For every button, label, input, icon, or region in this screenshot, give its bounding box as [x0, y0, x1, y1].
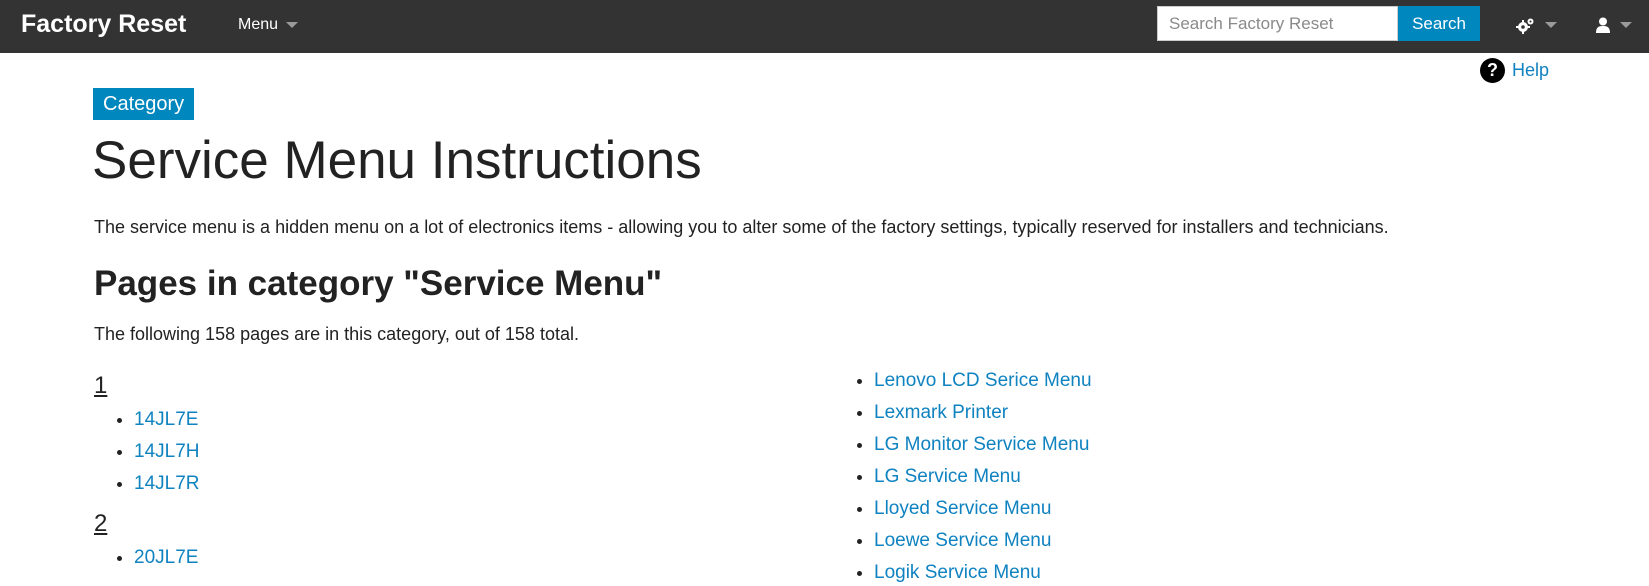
group-list-2: 20JL7E: [134, 542, 794, 574]
question-icon: ?: [1480, 58, 1505, 83]
page-link[interactable]: 14JL7H: [134, 441, 200, 462]
page-link[interactable]: Lloyed Service Menu: [874, 498, 1051, 519]
menu-label: Menu: [238, 16, 279, 33]
list-item: Logik Service Menu: [874, 557, 1534, 586]
page-title: Service Menu Instructions: [92, 131, 702, 190]
top-navbar: Factory Reset Menu Search: [0, 0, 1649, 53]
section-title: Pages in category "Service Menu": [94, 264, 663, 303]
list-item: 20JL7E: [134, 542, 794, 574]
chevron-down-icon: [286, 21, 299, 28]
category-badge[interactable]: Category: [93, 88, 195, 120]
page-link[interactable]: Lexmark Printer: [874, 402, 1008, 423]
group-heading-1[interactable]: 1: [94, 372, 794, 400]
search-button[interactable]: Search: [1398, 6, 1480, 41]
page-list: Lenovo LCD Serice Menu Lexmark Printer L…: [874, 365, 1534, 586]
list-item: Lexmark Printer: [874, 397, 1534, 429]
search-input[interactable]: [1157, 6, 1398, 41]
page-link[interactable]: 20JL7E: [134, 547, 198, 568]
page-link[interactable]: Logik Service Menu: [874, 562, 1041, 583]
user-dropdown[interactable]: [1596, 14, 1632, 36]
site-brand-link[interactable]: Factory Reset: [21, 10, 186, 39]
page-count-text: The following 158 pages are in this cate…: [94, 324, 579, 344]
page-link[interactable]: LG Service Menu: [874, 466, 1021, 487]
gears-icon: [1516, 18, 1534, 34]
list-item: LG Service Menu: [874, 461, 1534, 493]
tools-dropdown[interactable]: [1516, 14, 1557, 36]
list-item: 14JL7R: [134, 468, 794, 500]
user-icon: [1596, 17, 1610, 33]
page-link[interactable]: Lenovo LCD Serice Menu: [874, 370, 1092, 391]
group-heading-2[interactable]: 2: [94, 510, 794, 538]
page-link[interactable]: Loewe Service Menu: [874, 530, 1051, 551]
chevron-down-icon: [1545, 22, 1557, 28]
intro-text: The service menu is a hidden menu on a l…: [94, 217, 1389, 237]
list-item: 14JL7H: [134, 436, 794, 468]
list-item: Lenovo LCD Serice Menu: [874, 365, 1534, 397]
list-item: Loewe Service Menu: [874, 525, 1534, 557]
chevron-down-icon: [1620, 22, 1632, 28]
category-list-left: 1 14JL7E 14JL7H 14JL7R 2 20JL7E: [94, 372, 794, 584]
help-link[interactable]: ? Help: [1480, 58, 1549, 83]
category-list-right: Lenovo LCD Serice Menu Lexmark Printer L…: [834, 365, 1534, 586]
list-item: LG Monitor Service Menu: [874, 429, 1534, 461]
help-label: Help: [1512, 60, 1550, 80]
page-link[interactable]: LG Monitor Service Menu: [874, 434, 1089, 455]
list-item: Lloyed Service Menu: [874, 493, 1534, 525]
page-link[interactable]: 14JL7E: [134, 409, 198, 430]
list-item: 14JL7E: [134, 404, 794, 436]
page-link[interactable]: 14JL7R: [134, 473, 200, 494]
menu-dropdown[interactable]: Menu: [238, 16, 299, 34]
group-list-1: 14JL7E 14JL7H 14JL7R: [134, 404, 794, 500]
